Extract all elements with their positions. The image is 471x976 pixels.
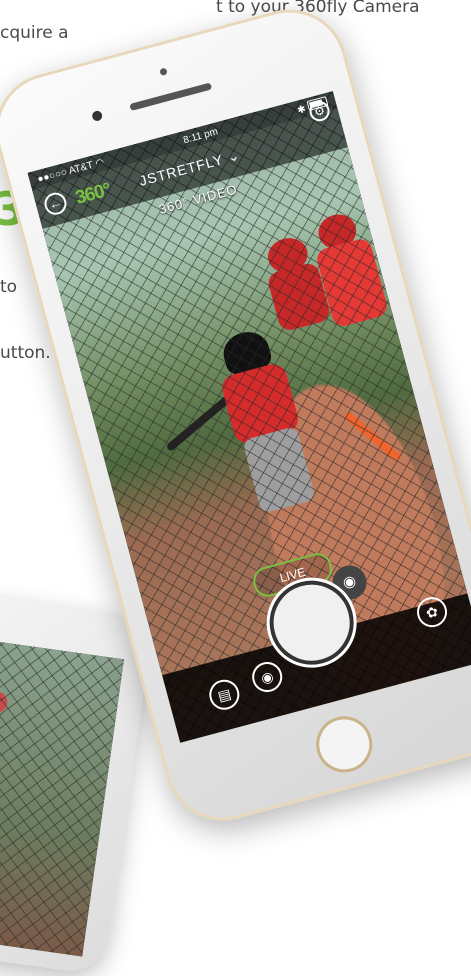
wifi-icon: ◠: [93, 156, 106, 170]
secondary-phone-screen: [0, 631, 124, 957]
bluetooth-icon: ✱: [296, 103, 308, 117]
fence-overlay: [0, 631, 124, 957]
gallery-icon[interactable]: ▤: [205, 676, 243, 714]
earpiece-speaker: [129, 82, 213, 111]
instruction-line-2: cquire a: [0, 23, 69, 43]
proximity-sensor: [159, 67, 168, 77]
camera-icon[interactable]: ◉: [248, 658, 286, 696]
instruction-line-4: utton.: [0, 343, 51, 363]
front-camera: [91, 109, 104, 123]
home-button[interactable]: [309, 710, 379, 779]
instruction-line-3: to: [0, 277, 18, 297]
